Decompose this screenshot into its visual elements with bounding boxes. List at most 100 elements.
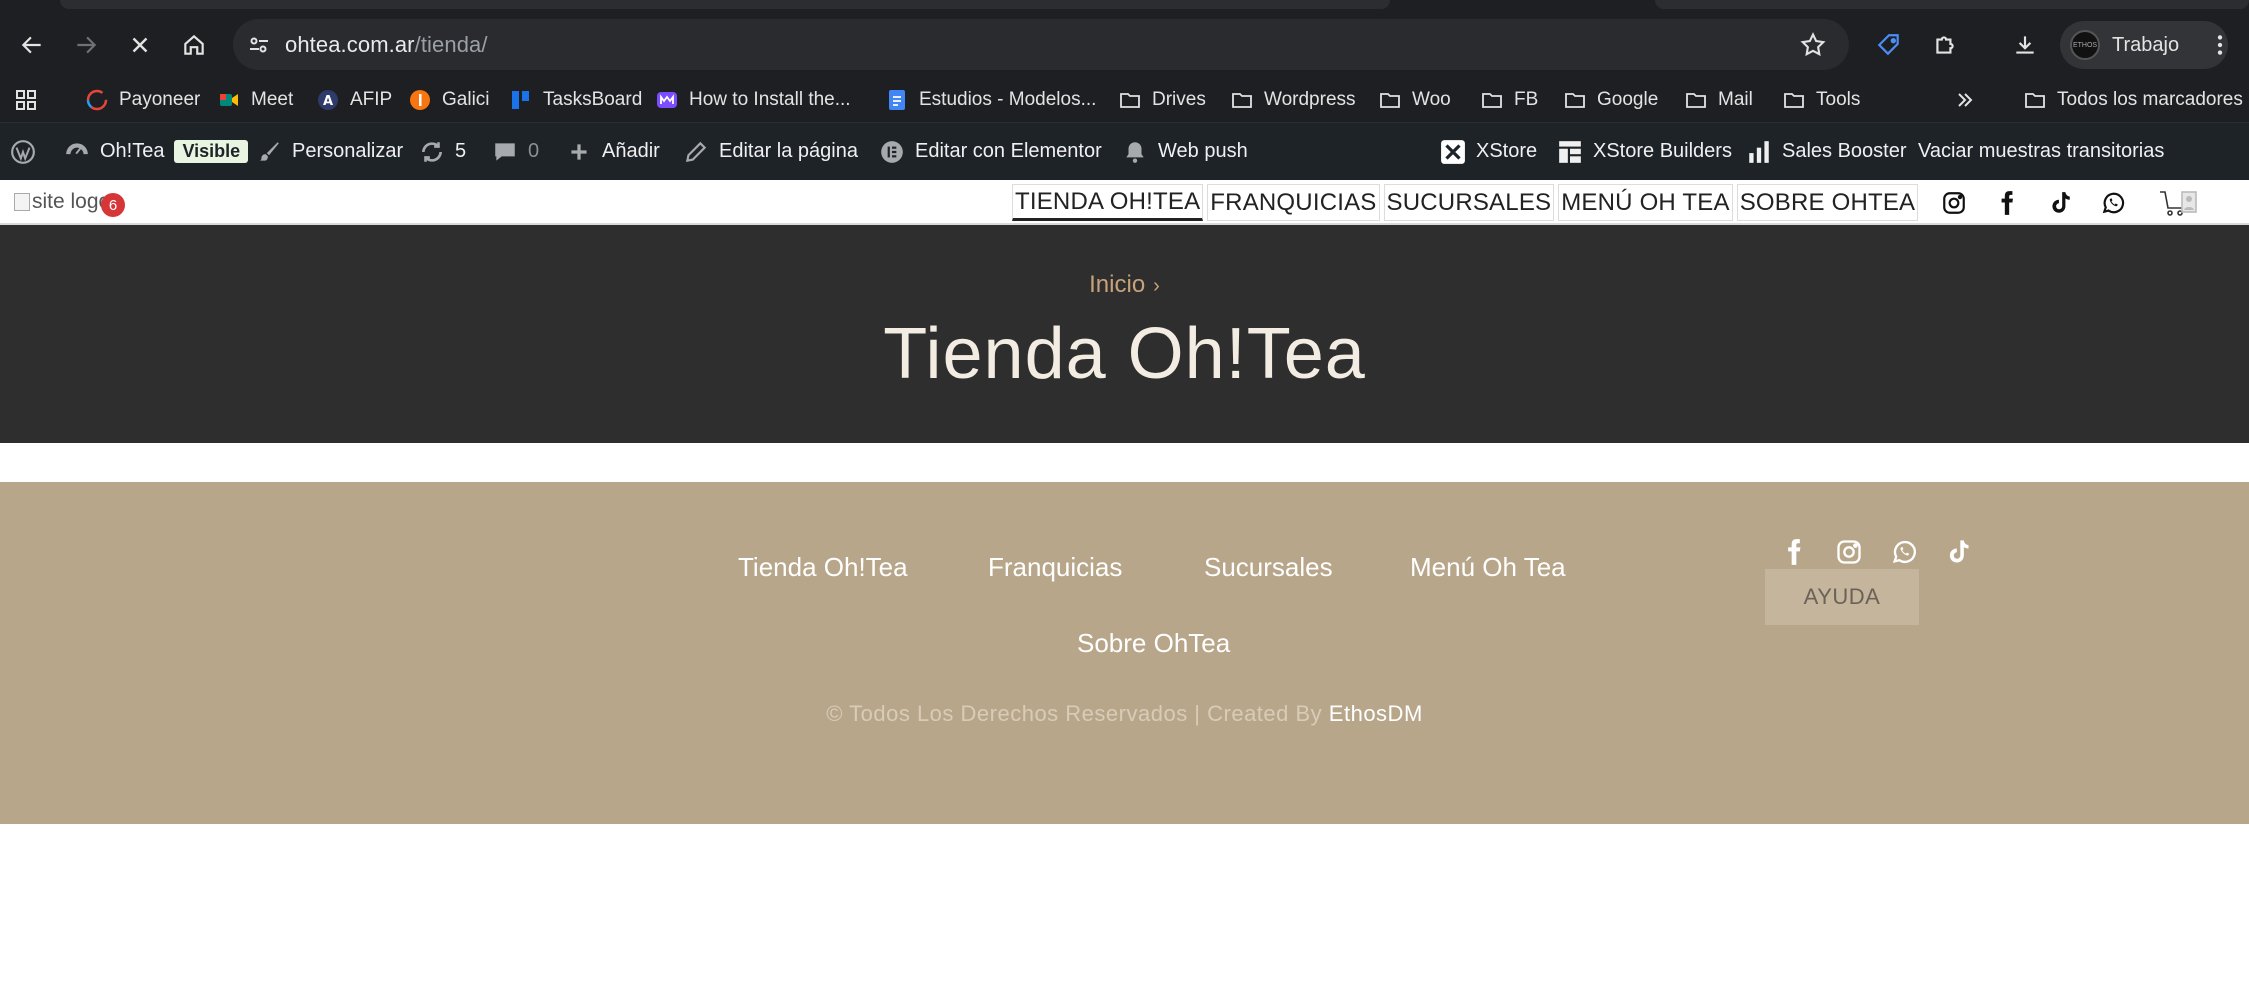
folder-icon bbox=[1480, 88, 1504, 112]
bookmark-galicia[interactable]: Galici bbox=[408, 76, 490, 123]
downloads-button[interactable] bbox=[1998, 14, 2052, 76]
adminbar-xstore-builders[interactable]: XStore Builders bbox=[1557, 123, 1732, 180]
footer-link-menu[interactable]: Menú Oh Tea bbox=[1410, 552, 1566, 583]
home-button[interactable] bbox=[167, 14, 221, 76]
wp-logo-button[interactable] bbox=[10, 123, 36, 180]
adminbar-web-push[interactable]: Web push bbox=[1122, 123, 1248, 180]
nav-tienda[interactable]: TIENDA OH!TEA bbox=[1012, 184, 1204, 221]
site-info-button[interactable] bbox=[233, 19, 285, 70]
apps-grid-icon bbox=[14, 88, 38, 112]
download-icon bbox=[2016, 36, 2034, 54]
whatsapp-icon bbox=[1892, 540, 1916, 564]
bookmark-folder-mail[interactable]: Mail bbox=[1684, 76, 1753, 123]
site-footer: Tienda Oh!Tea Franquicias Sucursales Men… bbox=[0, 482, 2249, 824]
adminbar-updates[interactable]: 5 bbox=[419, 123, 466, 180]
nav-sucursales[interactable]: SUCURSALES bbox=[1383, 184, 1555, 221]
header-instagram-link[interactable] bbox=[1941, 180, 1967, 225]
wp-admin-bar: Oh!Tea Visible Personalizar 5 0 Añadir E… bbox=[0, 123, 2249, 180]
forward-button[interactable] bbox=[59, 14, 113, 76]
bookmark-tasksboard[interactable]: TasksBoard bbox=[509, 76, 642, 123]
header-tiktok-link[interactable] bbox=[2047, 180, 2073, 225]
header-whatsapp-link[interactable] bbox=[2100, 180, 2126, 225]
bookmark-label: Galici bbox=[442, 88, 490, 110]
nav-franquicias[interactable]: FRANQUICIAS bbox=[1207, 184, 1380, 221]
adminbar-edit-elementor[interactable]: Editar con Elementor bbox=[879, 123, 1102, 180]
site-logo[interactable]: site logo bbox=[14, 190, 110, 214]
bookmark-label: Mail bbox=[1718, 88, 1753, 110]
bookmark-how-to-install[interactable]: How to Install the... bbox=[655, 76, 851, 123]
profile-label: Trabajo bbox=[2112, 33, 2180, 56]
nav-sobre[interactable]: SOBRE OHTEA bbox=[1736, 184, 1919, 221]
bookmark-folder-wordpress[interactable]: Wordpress bbox=[1230, 76, 1356, 123]
adminbar-comments[interactable]: 0 bbox=[492, 123, 539, 180]
bookmark-afip[interactable]: A AFIP bbox=[316, 76, 392, 123]
adminbar-customize[interactable]: Personalizar bbox=[256, 123, 403, 180]
adminbar-xstore[interactable]: XStore bbox=[1440, 123, 1537, 180]
builders-grid-icon bbox=[1557, 139, 1583, 165]
adminbar-clear-transients[interactable]: Vaciar muestras transitorias bbox=[1918, 123, 2164, 180]
xstore-builders-label: XStore Builders bbox=[1593, 140, 1732, 162]
bookmark-folder-tools[interactable]: Tools bbox=[1782, 76, 1860, 123]
footer-link-franquicias[interactable]: Franquicias bbox=[988, 552, 1122, 583]
browser-menu-button[interactable] bbox=[2195, 14, 2245, 76]
folder-icon bbox=[1563, 88, 1587, 112]
footer-link-tienda[interactable]: Tienda Oh!Tea bbox=[738, 552, 908, 583]
tab-strip bbox=[0, 0, 2249, 14]
star-icon[interactable] bbox=[1799, 31, 1827, 59]
adminbar-sales-booster[interactable]: Sales Booster bbox=[1746, 123, 1907, 180]
app-icon bbox=[655, 88, 679, 112]
bookmarks-overflow-button[interactable] bbox=[1953, 76, 1977, 123]
web-push-label: Web push bbox=[1158, 140, 1248, 162]
bookmark-folder-fb[interactable]: FB bbox=[1480, 76, 1538, 123]
folder-icon bbox=[1378, 88, 1402, 112]
adminbar-site-name[interactable]: Oh!Tea Visible bbox=[64, 123, 249, 180]
footer-link-sucursales[interactable]: Sucursales bbox=[1204, 552, 1333, 583]
breadcrumb-home-link[interactable]: Inicio bbox=[1089, 271, 1145, 298]
footer-tiktok-link[interactable] bbox=[1944, 538, 1974, 568]
bookmark-folder-google[interactable]: Google bbox=[1563, 76, 1658, 123]
tiktok-icon bbox=[1949, 540, 1969, 563]
avatar: ETHOS bbox=[2070, 30, 2100, 60]
address-bar[interactable]: ohtea.com.ar/tienda/ bbox=[233, 19, 1849, 70]
bookmark-folder-all[interactable]: Todos los marcadores bbox=[2023, 76, 2243, 123]
payoneer-icon bbox=[85, 88, 109, 112]
url-text[interactable]: ohtea.com.ar/tienda/ bbox=[285, 32, 488, 58]
nav-menu[interactable]: MENÚ OH TEA bbox=[1558, 184, 1733, 221]
footer-facebook-link[interactable] bbox=[1780, 538, 1810, 568]
bookmark-meet[interactable]: Meet bbox=[217, 76, 293, 123]
footer-link-sobre[interactable]: Sobre OhTea bbox=[1077, 628, 1230, 659]
stop-loading-button[interactable] bbox=[113, 14, 167, 76]
close-icon bbox=[132, 37, 148, 53]
bookmark-folder-drives[interactable]: Drives bbox=[1118, 76, 1206, 123]
chevron-double-right-icon bbox=[1953, 88, 1977, 112]
adminbar-edit-page[interactable]: Editar la página bbox=[683, 123, 858, 180]
extension-tag-button[interactable] bbox=[1862, 14, 1916, 76]
tiktok-icon bbox=[2052, 191, 2070, 213]
arrow-right-icon bbox=[77, 36, 97, 54]
broken-image-icon bbox=[14, 193, 30, 211]
bookmark-label: TasksBoard bbox=[543, 88, 643, 110]
bookmark-folder-woo[interactable]: Woo bbox=[1378, 76, 1451, 123]
url-host: ohtea.com.ar bbox=[285, 31, 415, 57]
page-hero: Inicio › Tienda Oh!Tea bbox=[0, 225, 2249, 443]
bookmark-label: AFIP bbox=[350, 88, 393, 110]
extensions-button[interactable] bbox=[1918, 14, 1972, 76]
bookmark-label: FB bbox=[1514, 88, 1539, 110]
back-button[interactable] bbox=[5, 14, 59, 76]
footer-whatsapp-link[interactable] bbox=[1890, 538, 1920, 568]
help-button[interactable]: AYUDA bbox=[1765, 569, 1919, 625]
adminbar-add-new[interactable]: Añadir bbox=[566, 123, 660, 180]
breadcrumb: Inicio › bbox=[0, 271, 2249, 299]
bookmark-payoneer[interactable]: Payoneer bbox=[85, 76, 200, 123]
footer-instagram-link[interactable] bbox=[1835, 538, 1865, 568]
bookmark-estudios[interactable]: Estudios - Modelos... bbox=[885, 76, 1096, 123]
credit-link[interactable]: EthosDM bbox=[1329, 701, 1423, 726]
instagram-icon bbox=[1943, 191, 1965, 214]
header-facebook-link[interactable] bbox=[1994, 180, 2020, 225]
sales-booster-label: Sales Booster bbox=[1782, 140, 1907, 162]
facebook-icon bbox=[1788, 539, 1801, 565]
wordpress-icon bbox=[10, 139, 36, 165]
chevron-right-icon: › bbox=[1153, 275, 1160, 297]
cart-icon[interactable] bbox=[2158, 188, 2198, 218]
apps-button[interactable] bbox=[14, 76, 38, 123]
